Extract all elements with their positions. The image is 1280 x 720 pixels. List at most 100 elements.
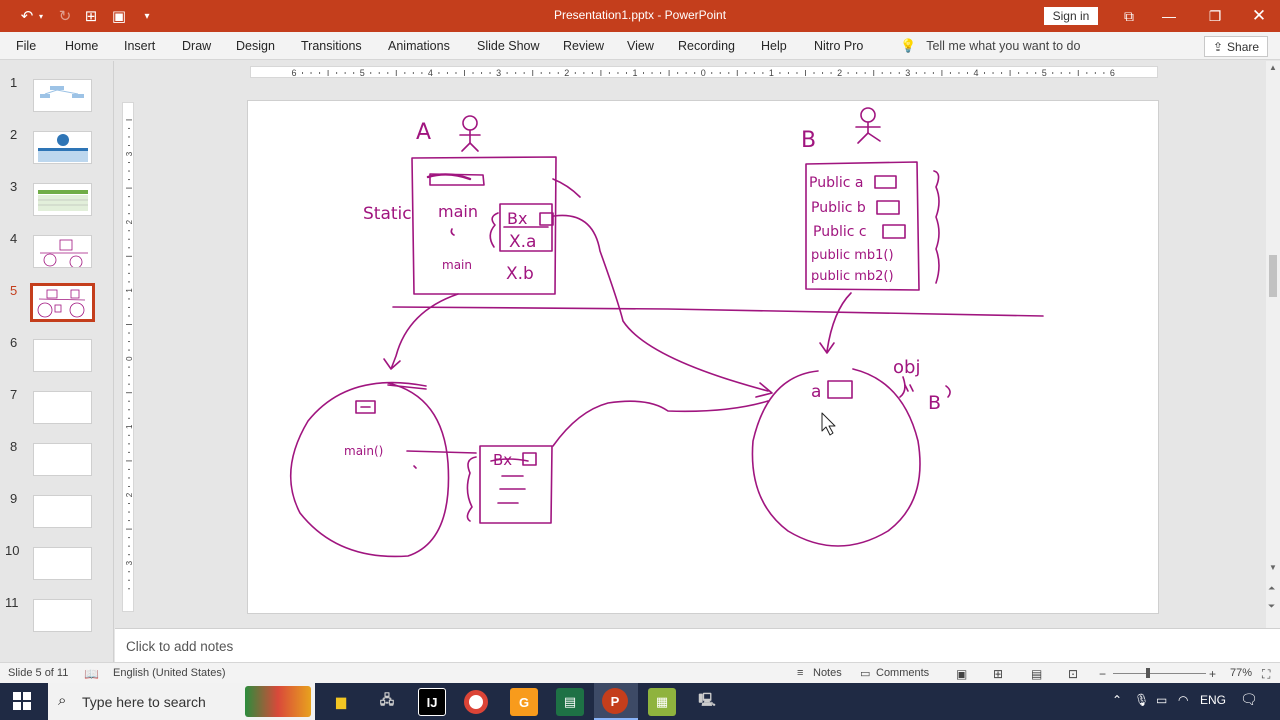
thumbnail-slide-3[interactable]: 3 xyxy=(0,165,114,216)
tab-view[interactable]: View xyxy=(627,39,654,53)
ruler-label: 2 xyxy=(564,68,569,78)
tab-file[interactable]: File xyxy=(16,39,36,53)
scrollbar-thumb[interactable] xyxy=(1269,255,1277,297)
tab-slide-show[interactable]: Slide Show xyxy=(477,39,540,53)
notes-app-icon[interactable]: ▦ xyxy=(648,688,676,716)
tell-me-label: Tell me what you want to do xyxy=(926,39,1081,53)
thumbnail-slide-2[interactable]: 2 xyxy=(0,113,114,164)
tab-animations[interactable]: Animations xyxy=(388,39,450,53)
slide-sorter-icon[interactable]: ⊞ xyxy=(993,667,1003,681)
thumbnail-slide-1[interactable]: 1 xyxy=(0,61,114,112)
zoom-slider-track[interactable] xyxy=(1113,673,1206,674)
customize-quick-access-icon[interactable]: ▾ xyxy=(136,6,158,26)
class-a-box xyxy=(411,156,581,295)
public-mb2-label: public mb2() xyxy=(811,269,894,284)
thumbnail-slide-8[interactable]: 8 xyxy=(0,425,114,476)
normal-view-icon[interactable]: ▣ xyxy=(956,667,967,681)
language-tray[interactable]: ENG xyxy=(1200,693,1226,707)
zoom-slider-thumb[interactable] xyxy=(1146,668,1150,678)
ruler-label: 3 xyxy=(125,151,134,156)
battery-icon[interactable]: ▭ xyxy=(1156,693,1167,707)
main-method-label: main() xyxy=(344,444,383,458)
redo-icon[interactable]: ↻ xyxy=(54,6,76,26)
file-explorer-icon[interactable]: ▆ xyxy=(327,688,355,716)
gvim-icon[interactable]: G xyxy=(510,688,538,716)
tab-review[interactable]: Review xyxy=(563,39,604,53)
thumbnail-number: 3 xyxy=(10,179,18,194)
windows-start-icon[interactable] xyxy=(13,692,31,710)
intellij-icon[interactable]: IJ xyxy=(418,688,446,716)
tab-recording[interactable]: Recording xyxy=(678,39,735,53)
thumbnail-preview xyxy=(33,131,92,164)
tab-draw[interactable]: Draw xyxy=(182,39,211,53)
arrow-a-to-circle xyxy=(383,293,459,370)
minimize-button[interactable]: — xyxy=(1146,0,1192,32)
ruler-label: 0 xyxy=(125,356,134,361)
thumbnail-slide-11[interactable]: 11 xyxy=(0,581,114,632)
tab-transitions[interactable]: Transitions xyxy=(301,39,362,53)
zoom-out-icon[interactable]: − xyxy=(1099,667,1106,681)
notes-pane[interactable]: Click to add notes xyxy=(115,628,1280,662)
notifications-icon[interactable]: 🗨 xyxy=(1240,691,1258,708)
taskbar-search-box[interactable]: ⌕ Type here to search xyxy=(48,683,315,720)
ruler-label: 1 xyxy=(125,288,134,293)
ruler-label: 4 xyxy=(428,68,433,78)
thumbnail-preview xyxy=(33,443,92,476)
vertical-ruler[interactable]: 3 2 1 0 1 2 3 xyxy=(122,102,134,612)
horizontal-ruler[interactable]: 6 5 4 3 2 1 0 1 2 3 4 5 6 xyxy=(250,66,1158,78)
divider-line xyxy=(392,306,1044,317)
tool-app-icon[interactable]: 🖳 xyxy=(693,688,721,716)
scroll-up-icon[interactable]: ▲ xyxy=(1269,63,1277,72)
thumbnail-slide-6[interactable]: 6 xyxy=(0,321,114,372)
powerpoint-taskbar-active[interactable]: P xyxy=(594,683,638,720)
spreadsheet-icon[interactable]: ▤ xyxy=(556,688,584,716)
close-button[interactable]: ✕ xyxy=(1236,0,1280,32)
thumbnail-number: 1 xyxy=(10,75,18,90)
lightbulb-icon: 💡 xyxy=(900,38,917,53)
save-icon[interactable]: ▣ xyxy=(108,6,130,26)
notes-toggle-button[interactable]: Notes xyxy=(813,667,842,679)
public-a-label: Public a xyxy=(809,175,863,191)
scroll-down-icon[interactable]: ▼ xyxy=(1269,563,1277,572)
thumbnail-slide-7[interactable]: 7 xyxy=(0,373,114,424)
arrow-b-to-object xyxy=(819,292,852,354)
thumbnail-preview xyxy=(33,235,92,268)
undo-dropdown-icon[interactable]: ▾ xyxy=(36,6,46,26)
network-app-icon[interactable]: 🖧 xyxy=(373,688,401,716)
sign-in-button[interactable]: Sign in xyxy=(1044,7,1098,25)
tab-insert[interactable]: Insert xyxy=(124,39,155,53)
start-from-beginning-icon[interactable]: ⊞ xyxy=(80,6,102,26)
microphone-icon[interactable]: 🎙 xyxy=(1134,693,1149,707)
next-slide-icon[interactable]: ⏷ xyxy=(1268,601,1275,612)
thumbnail-slide-5[interactable]: 5 xyxy=(0,269,114,322)
spell-check-icon[interactable]: 📖 xyxy=(84,667,99,681)
zoom-in-icon[interactable]: + xyxy=(1209,667,1216,681)
tray-expand-icon[interactable]: ⌃ xyxy=(1112,693,1122,707)
share-button[interactable]: ⇪ Share xyxy=(1204,36,1268,57)
thumbnail-slide-10[interactable]: 10 xyxy=(0,529,114,580)
comments-button[interactable]: Comments xyxy=(876,667,929,679)
thumbnail-slide-4[interactable]: 4 xyxy=(0,217,114,268)
undo-icon[interactable]: ↶ xyxy=(16,6,38,26)
maximize-button[interactable]: ❐ xyxy=(1192,0,1238,32)
chrome-icon[interactable] xyxy=(464,690,488,714)
thumbnail-number: 6 xyxy=(10,335,18,350)
previous-slide-icon[interactable]: ⏶ xyxy=(1268,583,1275,594)
tab-nitro-pro[interactable]: Nitro Pro xyxy=(814,39,863,53)
notes-toggle-icon[interactable]: ≡ xyxy=(797,667,803,679)
tell-me-search[interactable]: 💡 Tell me what you want to do xyxy=(900,38,1080,54)
ruler-label: 1 xyxy=(125,424,134,429)
language-indicator[interactable]: English (United States) xyxy=(113,667,226,679)
slide-show-icon[interactable]: ⊡ xyxy=(1068,667,1078,681)
fit-to-window-icon[interactable]: ⛶ xyxy=(1262,667,1270,682)
thumbnail-slide-9[interactable]: 9 xyxy=(0,477,114,528)
tab-design[interactable]: Design xyxy=(236,39,275,53)
current-slide[interactable]: A Static main main Bx X.a X.b B Public a… xyxy=(216,100,1228,614)
reading-view-icon[interactable]: ▤ xyxy=(1031,667,1042,681)
wifi-icon[interactable]: ◠ xyxy=(1178,693,1188,707)
tab-home[interactable]: Home xyxy=(65,39,98,53)
vertical-scrollbar[interactable]: ▲ ▼ ⏶ ⏷ xyxy=(1266,61,1280,628)
zoom-level[interactable]: 77% xyxy=(1230,667,1252,679)
comments-icon[interactable]: ▭ xyxy=(860,667,870,680)
tab-help[interactable]: Help xyxy=(761,39,787,53)
